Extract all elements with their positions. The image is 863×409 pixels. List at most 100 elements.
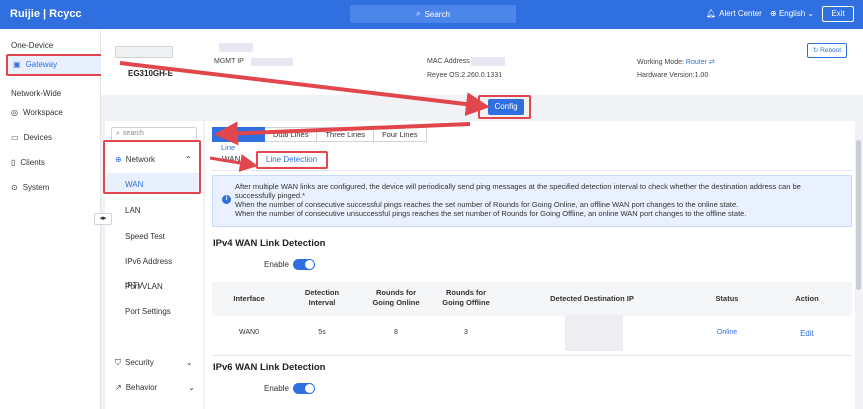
hardware-version: Hardware Version:1.00: [637, 72, 709, 79]
ipv6-enable-label: Enable: [264, 384, 289, 393]
subnav-port-vlan[interactable]: Port VLAN: [125, 282, 163, 291]
config-highlight-box: [478, 95, 531, 119]
edit-link[interactable]: Edit: [782, 329, 832, 338]
subnav-behavior[interactable]: ↗ Behavior ⌄: [115, 383, 195, 392]
chevron-down-icon: ⌄: [807, 9, 815, 18]
mac-label: MAC Address: [427, 58, 470, 65]
redacted-destination-ip: [565, 315, 623, 351]
nav-item-devices[interactable]: ▭ Devices: [11, 133, 52, 142]
system-icon: ⊙: [11, 183, 18, 192]
switch-icon[interactable]: ⇄: [709, 59, 715, 66]
nav-clients-label: Clients: [20, 158, 45, 167]
chart-icon: ↗: [115, 383, 122, 392]
reboot-button[interactable]: ↻ Reboot: [807, 43, 847, 58]
cell-online: 8: [394, 329, 398, 336]
line-tabs: Single Line Dual Lines Three Lines Four …: [212, 127, 427, 152]
nav-workspace-label: Workspace: [22, 108, 63, 117]
nav-item-clients[interactable]: ▯ Clients: [11, 158, 45, 167]
left-nav: One-Device ▣ Gateway Network-Wide ◎ Works…: [0, 29, 103, 409]
reboot-label: Reboot: [820, 47, 842, 54]
col-rounds-online: Rounds for Going Online: [372, 288, 420, 307]
ipv6-enable-toggle[interactable]: [293, 383, 315, 394]
redacted-ip: [251, 58, 293, 66]
col-destination-ip: Detected Destination IP: [550, 294, 634, 303]
nav-group-one-device: One-Device: [11, 41, 54, 50]
globe-icon: ⊕: [770, 9, 777, 18]
redacted-mac: [471, 57, 505, 66]
subnav-port-settings[interactable]: Port Settings: [125, 307, 171, 316]
mgmt-ip-label: MGMT IP: [214, 58, 244, 65]
scrollbar-thumb[interactable]: [856, 140, 861, 290]
os-version: Reyee OS:2.260.0.1331: [427, 72, 503, 79]
working-mode: Working Mode: Router ⇄: [637, 58, 715, 66]
subnav-search-input[interactable]: ⌕ search: [111, 127, 197, 141]
col-interface: Interface: [233, 294, 265, 303]
subnav-security-label: Security: [125, 358, 154, 367]
cell-interval: 5s: [318, 329, 326, 336]
device-info-card: EG310GH-E MGMT IP MAC Address Reyee OS:2…: [101, 29, 863, 95]
nav-system-label: System: [22, 183, 50, 192]
devices-icon: ▭: [11, 133, 19, 142]
brand-logo: Ruijie | Rcycc: [10, 8, 82, 20]
ipv6-section-title: IPv6 WAN Link Detection: [213, 362, 326, 373]
ipv4-enable-toggle[interactable]: [293, 259, 315, 270]
working-mode-value[interactable]: Router: [686, 59, 707, 66]
line-detection-highlight-box: [256, 151, 328, 169]
collapse-toggle[interactable]: ◂▸: [94, 213, 112, 225]
subnav-lan[interactable]: LAN: [125, 206, 141, 215]
workspace-icon: ◎: [11, 108, 18, 117]
search-label: Search: [424, 9, 450, 19]
subnav-ipv6-address[interactable]: IPv6 Address: [125, 257, 172, 266]
subnav-behavior-label: Behavior: [125, 383, 158, 392]
info-text: After multiple WAN links are configured,…: [235, 182, 835, 218]
tab-divider: [212, 170, 852, 171]
nav-group-network-wide: Network-Wide: [11, 89, 62, 98]
exit-button[interactable]: Exit: [822, 6, 854, 22]
nav-item-system[interactable]: ⊙ System: [11, 183, 49, 192]
cell-offline: 3: [464, 329, 468, 336]
col-detection-interval: Detection Interval: [304, 288, 340, 307]
col-action: Action: [795, 294, 819, 303]
subnav-security[interactable]: ⛉ Security ⌄: [115, 358, 193, 368]
nav-gateway-label: Gateway: [25, 60, 58, 69]
clients-icon: ▯: [11, 158, 16, 167]
language-select[interactable]: ⊕ English ⌄: [770, 9, 814, 18]
nav-item-gateway[interactable]: ▣ Gateway: [6, 54, 103, 76]
search-icon: ⌕: [116, 130, 120, 137]
top-bar: Ruijie | Rcycc ⌕ Search 🔔︎ Alert Center …: [0, 0, 863, 29]
alert-center-link[interactable]: 🔔︎ Alert Center: [706, 9, 762, 18]
refresh-icon: ↻: [812, 47, 819, 54]
cell-interface: WAN0: [239, 329, 259, 336]
nav-devices-label: Devices: [23, 133, 53, 142]
subtab-wan[interactable]: WAN: [222, 155, 240, 164]
col-status: Status: [715, 294, 739, 303]
language-label: English: [778, 9, 806, 18]
chevron-down-icon: ⌄: [185, 358, 193, 367]
info-line-2: When the number of consecutive successfu…: [235, 200, 739, 209]
search-icon: ⌕: [416, 9, 421, 18]
device-image: [115, 46, 173, 58]
subnav-speed-test[interactable]: Speed Test: [125, 232, 165, 241]
tab-dual-lines[interactable]: Dual Lines: [265, 127, 318, 142]
bell-icon: 🔔︎: [706, 9, 717, 18]
info-box: i After multiple WAN links are configure…: [212, 175, 852, 227]
info-line-1: After multiple WAN links are configured,…: [235, 182, 801, 200]
table-header: Interface Detection Interval Rounds for …: [212, 282, 852, 316]
info-line-3: When the number of consecutive unsuccess…: [235, 209, 747, 218]
alert-center-label: Alert Center: [719, 9, 762, 18]
working-mode-label: Working Mode:: [637, 59, 684, 66]
tab-single-line[interactable]: Single Line: [212, 127, 265, 152]
redacted-hostname: [219, 43, 253, 52]
subnav-search-placeholder: search: [122, 130, 144, 137]
row-divider: [212, 355, 852, 356]
nav-item-workspace[interactable]: ◎ Workspace: [11, 108, 63, 117]
tab-four-lines[interactable]: Four Lines: [374, 127, 427, 142]
info-icon: i: [222, 195, 231, 204]
network-highlight-box: [103, 140, 201, 194]
tab-three-lines[interactable]: Three Lines: [317, 127, 375, 142]
global-search[interactable]: ⌕ Search: [350, 5, 516, 23]
chevron-down-icon: ⌄: [188, 383, 195, 392]
device-model: EG310GH-E: [128, 69, 173, 78]
col-rounds-offline: Rounds for Going Offline: [442, 288, 490, 307]
gateway-icon: ▣: [13, 60, 21, 69]
